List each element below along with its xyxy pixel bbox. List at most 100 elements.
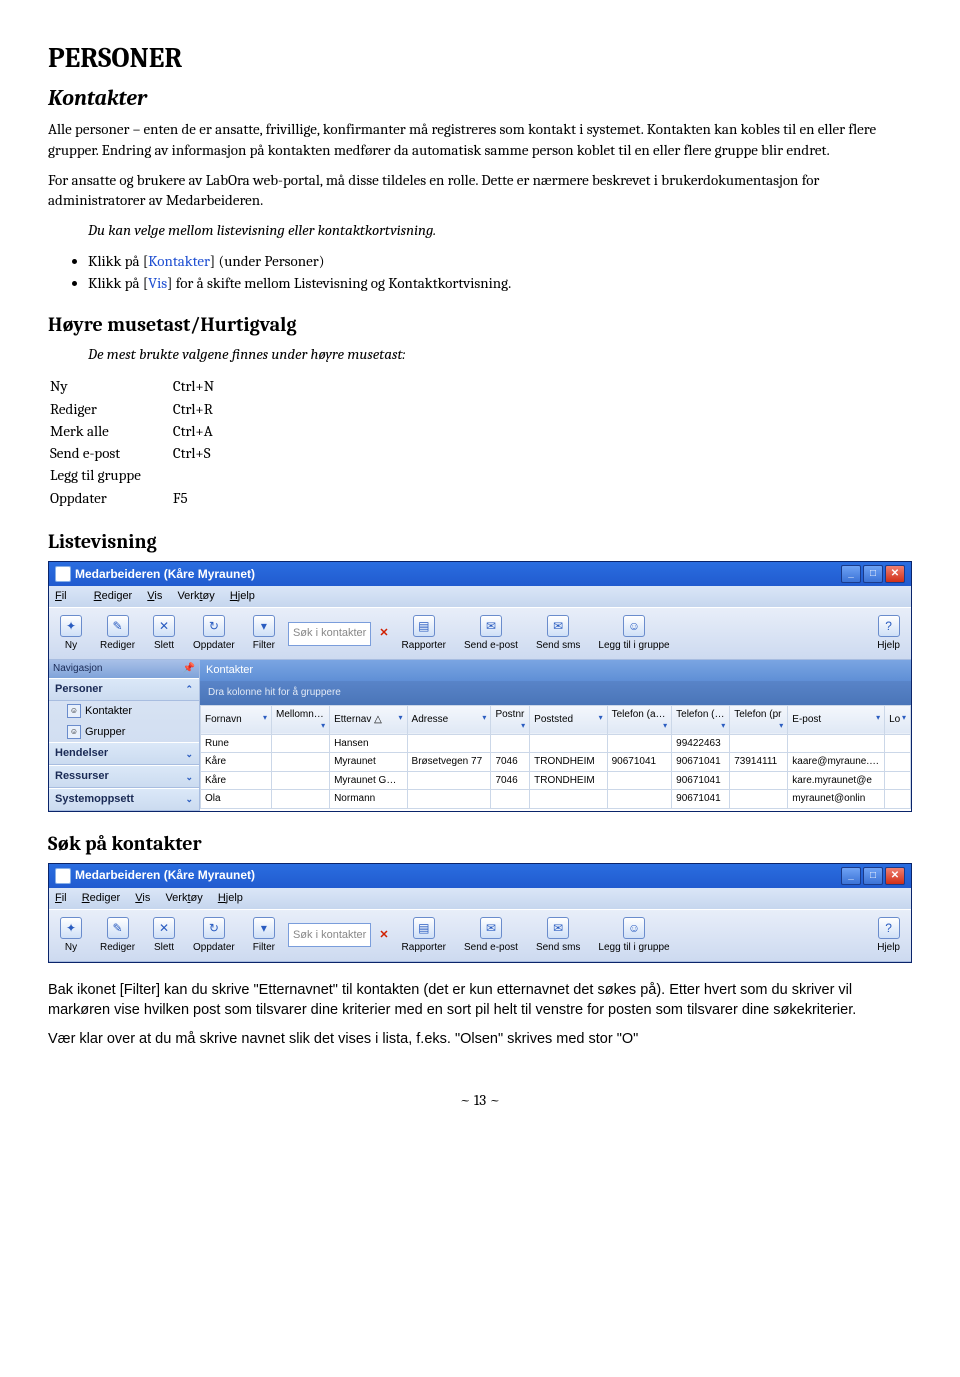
column-header[interactable]: E-post ▾: [788, 705, 885, 734]
toolbar-rapporter[interactable]: ▤Rapporter: [397, 914, 451, 958]
cell-tpriv: [730, 790, 788, 809]
toolbar-hjelp[interactable]: ?Hjelp: [872, 914, 905, 958]
cell-epost: [788, 734, 885, 753]
toolbar-filter[interactable]: ▾Filter: [248, 612, 280, 656]
toolbar-ny[interactable]: ✦Ny: [55, 914, 87, 958]
menu-fil[interactable]: Fil: [55, 892, 67, 904]
menu-rediger[interactable]: Rediger: [94, 590, 133, 602]
minimize-button[interactable]: _: [841, 565, 861, 583]
menu-hjelp[interactable]: Hjelp: [230, 590, 255, 602]
edit-icon: ✎: [107, 615, 129, 637]
search-input[interactable]: Søk i kontakter: [288, 622, 371, 646]
shortcut-key: Ctrl+A: [173, 421, 244, 441]
main-area: Kontakter Dra kolonne hit for å gruppere…: [200, 660, 911, 811]
toolbar-label: Filter: [253, 639, 275, 653]
toolbar-sendsms[interactable]: ✉Send sms: [531, 612, 585, 656]
menu-verktoy[interactable]: Verktøy: [165, 892, 202, 904]
shortcut-key: Ctrl+R: [173, 399, 244, 419]
toolbar-sendepost[interactable]: ✉Send e-post: [459, 612, 523, 656]
app-icon: [55, 566, 71, 582]
column-header[interactable]: Poststed ▾: [530, 705, 607, 734]
toolbar-ny[interactable]: ✦Ny: [55, 612, 87, 656]
cell-etter: Myraunet Gmail: [330, 771, 407, 790]
table-row[interactable]: RuneHansen99422463: [201, 734, 911, 753]
toolbar-rediger[interactable]: ✎Rediger: [95, 914, 140, 958]
cell-mellom: [272, 753, 330, 772]
toolbar-label: Hjelp: [877, 941, 900, 955]
nav-section-personer[interactable]: Personer⌃: [49, 678, 199, 701]
menu-verktoy[interactable]: Verktøy: [177, 590, 214, 602]
table-row[interactable]: KåreMyraunetBrøsetvegen 777046TRONDHEIM9…: [201, 753, 911, 772]
column-header[interactable]: Lo ▾: [885, 705, 911, 734]
toolbar-label: Oppdater: [193, 639, 235, 653]
menu-bar: Fil Rediger Vis Verktøy Hjelp: [49, 888, 911, 909]
toolbar-rapporter[interactable]: ▤Rapporter: [397, 612, 451, 656]
table-row[interactable]: OlaNormann90671041myraunet@onlin: [201, 790, 911, 809]
cell-adr: [407, 771, 491, 790]
sms-icon: ✉: [547, 917, 569, 939]
group-icon: ☺: [67, 725, 81, 739]
toolbar-sendsms[interactable]: ✉Send sms: [531, 914, 585, 958]
column-header[interactable]: Postnr ▾: [491, 705, 530, 734]
clear-search-button[interactable]: ✕: [379, 626, 388, 641]
cell-tarb: [607, 790, 672, 809]
cell-tarb: [607, 734, 672, 753]
bullet-text: Klikk på [: [88, 252, 148, 270]
toolbar-legg[interactable]: ☺Legg til i gruppe: [593, 612, 674, 656]
nav-item-grupper[interactable]: ☺Grupper: [49, 722, 199, 743]
nav-item-label: Kontakter: [85, 704, 132, 719]
toolbar-oppdater[interactable]: ↻Oppdater: [188, 612, 240, 656]
group-by-bar[interactable]: Dra kolonne hit for å gruppere: [200, 681, 911, 705]
pin-icon[interactable]: 📌: [183, 662, 195, 676]
menu-fil[interactable]: Fil: [55, 590, 79, 602]
close-button[interactable]: ✕: [885, 867, 905, 885]
paragraph-sok-2: Vær klar over at du må skrive navnet sli…: [48, 1030, 912, 1050]
cell-tmob: 90671041: [672, 790, 730, 809]
close-button[interactable]: ✕: [885, 565, 905, 583]
column-header[interactable]: Fornavn ▾: [201, 705, 272, 734]
nav-section-hendelser[interactable]: Hendelser⌄: [49, 742, 199, 765]
cell-tarb: [607, 771, 672, 790]
menu-vis[interactable]: Vis: [135, 892, 150, 904]
toolbar-slett[interactable]: ✕Slett: [148, 612, 180, 656]
window-title: Medarbeideren (Kåre Myraunet): [75, 567, 255, 581]
column-header[interactable]: Telefon (arb) ▾: [607, 705, 672, 734]
nav-item-kontakter[interactable]: ☺ Kontakter: [49, 701, 199, 722]
toolbar-filter[interactable]: ▾Filter: [248, 914, 280, 958]
toolbar-label: Slett: [154, 639, 174, 653]
paragraph-sok-1: Bak ikonet [Filter] kan du skrive "Etter…: [48, 981, 912, 1020]
toolbar-sendepost[interactable]: ✉Send e-post: [459, 914, 523, 958]
menu-bar: Fil Rediger Vis Verktøy Hjelp: [49, 586, 911, 607]
clear-search-button[interactable]: ✕: [379, 928, 388, 943]
maximize-button[interactable]: □: [863, 867, 883, 885]
search-input[interactable]: Søk i kontakter: [288, 923, 371, 947]
toolbar-label: Rediger: [100, 639, 135, 653]
mail-icon: ✉: [480, 917, 502, 939]
heading-personer: PERSONER: [48, 40, 912, 78]
nav-section-systemoppsett[interactable]: Systemoppsett⌄: [49, 788, 199, 811]
table-row[interactable]: KåreMyraunet Gmail7046TRONDHEIM90671041k…: [201, 771, 911, 790]
toolbar-rediger[interactable]: ✎ Rediger: [95, 612, 140, 656]
maximize-button[interactable]: □: [863, 565, 883, 583]
toolbar-legg[interactable]: ☺Legg til i gruppe: [593, 914, 674, 958]
column-header[interactable]: Telefon (… ▾: [672, 705, 730, 734]
nav-section-label: Personer: [55, 682, 103, 697]
group-icon: ☺: [623, 615, 645, 637]
toolbar-oppdater[interactable]: ↻Oppdater: [188, 914, 240, 958]
menu-vis[interactable]: Vis: [147, 590, 162, 602]
menu-hjelp[interactable]: Hjelp: [218, 892, 243, 904]
menu-rediger[interactable]: Rediger: [82, 892, 121, 904]
contacts-table: Fornavn ▾Mellomn… ▾Etternav △ ▾Adresse ▾…: [200, 705, 911, 809]
nav-section-ressurser[interactable]: Ressurser⌄: [49, 765, 199, 788]
toolbar-label: Rapporter: [402, 639, 446, 653]
column-header[interactable]: Telefon (pr ▾: [730, 705, 788, 734]
minimize-button[interactable]: _: [841, 867, 861, 885]
toolbar-slett[interactable]: ✕Slett: [148, 914, 180, 958]
cell-mellom: [272, 734, 330, 753]
column-header[interactable]: Etternav △ ▾: [330, 705, 407, 734]
column-header[interactable]: Mellomn… ▾: [272, 705, 330, 734]
column-header[interactable]: Adresse ▾: [407, 705, 491, 734]
cell-lo: [885, 734, 911, 753]
toolbar-hjelp[interactable]: ?Hjelp: [872, 612, 905, 656]
contact-icon: ☺: [67, 704, 81, 718]
